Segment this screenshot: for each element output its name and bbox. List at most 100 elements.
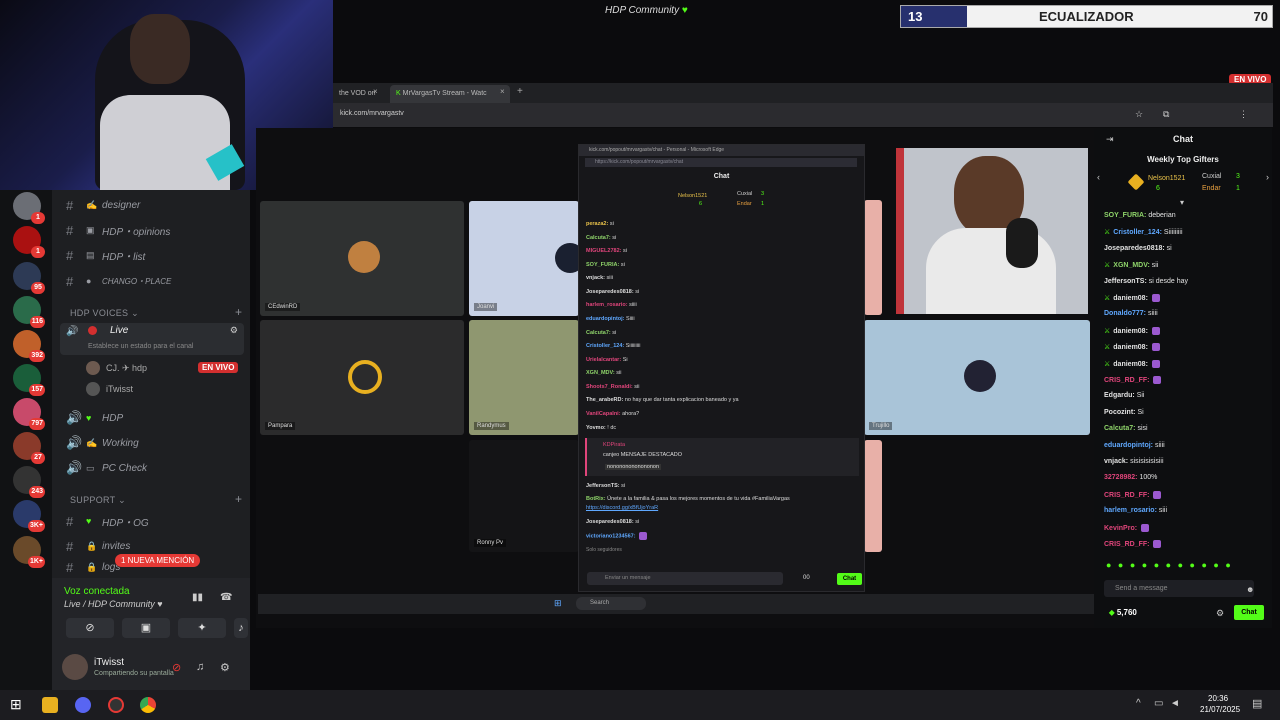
chevron-left-icon[interactable]: ‹ <box>1097 172 1100 182</box>
screen-share-button[interactable]: ▣ <box>122 618 170 638</box>
new-mention-badge[interactable]: 1 NUEVA MENCIÓN <box>115 554 201 567</box>
activities-button[interactable]: ✦ <box>178 618 226 638</box>
disconnect-icon[interactable]: ☎ <box>220 592 232 603</box>
obs-icon[interactable] <box>108 697 124 713</box>
menu-icon[interactable]: ⋮ <box>1239 109 1248 120</box>
camera-off-button[interactable]: ⊘ <box>66 618 114 638</box>
participant-tile[interactable]: Trujillo <box>864 320 1090 435</box>
kick-chat-user[interactable]: Cristoller_124: <box>1113 229 1162 236</box>
participant-tile[interactable]: Ronny Pv <box>469 440 579 552</box>
voice-user[interactable]: iTwisst <box>86 381 133 397</box>
server-icon[interactable]: 116 <box>13 296 45 328</box>
server-icon[interactable]: 157 <box>13 364 45 396</box>
favorite-star-icon[interactable]: ☆ <box>1135 109 1143 120</box>
channel-hdp-og[interactable]: # ♥ HDP・OG <box>66 511 246 531</box>
discord-icon[interactable] <box>75 697 91 713</box>
close-icon[interactable]: × <box>373 87 378 96</box>
channel-chango[interactable]: # ● CHANGO・PLACE <box>66 271 246 291</box>
tray-chevron-icon[interactable]: ^ <box>1136 698 1141 709</box>
server-icon[interactable]: 1K+ <box>13 536 45 568</box>
browser-tab[interactable]: the VOD on <box>333 85 388 103</box>
mic-muted-icon[interactable]: ⊘ <box>172 661 181 674</box>
kick-chat-user[interactable]: 32728982: <box>1104 474 1137 481</box>
channel-designer[interactable]: # ✍ designer <box>66 195 246 215</box>
address-bar[interactable]: kick.com/mrvargastv ☆ ⧉ ⋮ <box>333 103 1273 127</box>
browser-tab-active[interactable]: K MrVargasTv Stream - Watc <box>390 85 510 103</box>
kick-chat-user[interactable]: daniem08: <box>1113 295 1148 302</box>
kick-chat-user[interactable]: eduardopintoj: <box>1104 442 1153 449</box>
settings-gear-icon[interactable]: ⚙ <box>220 661 230 674</box>
server-badge: 797 <box>29 418 45 430</box>
soundboard-button[interactable]: ♪ <box>234 618 248 638</box>
clock-date[interactable]: 21/07/2025 <box>1200 705 1240 714</box>
signal-icon[interactable]: ▮▮ <box>192 592 203 603</box>
add-channel-icon[interactable]: + <box>235 305 242 319</box>
kick-chat-user[interactable]: Calcuta7: <box>1104 425 1136 432</box>
category-hdp-voices[interactable]: HDP VOICES ⌄ <box>70 308 139 319</box>
participant-tile[interactable]: Randymus <box>469 320 579 435</box>
kick-chat-user[interactable]: daniem08: <box>1113 361 1148 368</box>
kick-chat-user[interactable]: KevinPro: <box>1104 524 1137 531</box>
server-icon[interactable]: 3K+ <box>13 500 45 532</box>
add-channel-icon[interactable]: + <box>235 492 242 506</box>
settings-gear-icon[interactable]: ⚙ <box>230 325 238 336</box>
settings-gear-icon[interactable]: ⚙ <box>1216 608 1224 619</box>
channel-opinions[interactable]: # ▣ HDP・opinions <box>66 220 246 240</box>
kick-chat-user[interactable]: SOY_FURIA: <box>1104 212 1146 219</box>
kick-chat-user[interactable]: Donaldo777: <box>1104 310 1146 317</box>
popout-message-input[interactable]: Enviar un mensaje <box>587 572 783 585</box>
voice-user[interactable]: CJ. ✈ hdp <box>86 360 147 376</box>
kick-message-input[interactable]: Send a message <box>1104 580 1254 597</box>
voice-channel-pccheck[interactable]: 🔊 ▭ PC Check <box>66 458 246 478</box>
kick-chat-user[interactable]: daniem08: <box>1113 344 1148 351</box>
chat-link[interactable]: https://discord.gg/xBfUjoYraR <box>586 505 658 511</box>
kick-chat-user[interactable]: CRIS_RD_FF: <box>1104 492 1150 499</box>
kick-chat-user[interactable]: daniem08: <box>1113 328 1148 335</box>
server-icon[interactable]: 392 <box>13 330 45 362</box>
chevron-right-icon[interactable]: › <box>1266 172 1269 182</box>
kick-chat-user[interactable]: CRIS_RD_FF: <box>1104 541 1150 548</box>
kick-chat-user[interactable]: XGN_MDV: <box>1113 262 1150 269</box>
windows-start-icon[interactable]: ⊞ <box>10 696 22 713</box>
volume-icon[interactable]: ◄ <box>1170 698 1180 709</box>
kick-chat-send-button[interactable]: Chat <box>1234 605 1264 620</box>
notification-icon[interactable]: ▤ <box>1252 697 1262 710</box>
kicks-balance[interactable]: ⬥ 5,760 <box>1109 608 1137 618</box>
network-icon[interactable]: ▭ <box>1154 698 1163 709</box>
server-icon[interactable]: 27 <box>13 432 45 464</box>
participant-tile[interactable]: CEdwinRD <box>260 201 464 316</box>
extensions-icon[interactable]: ⧉ <box>1163 109 1169 120</box>
channel-invites[interactable]: # 🔒 invites <box>66 536 246 556</box>
server-icon[interactable]: 243 <box>13 466 45 498</box>
server-icon[interactable]: 1 <box>13 192 45 224</box>
moderator-badge-icon: ⚔ <box>1104 229 1111 237</box>
popout-chat-send-button[interactable]: Chat <box>837 573 862 585</box>
server-icon[interactable]: 95 <box>13 262 45 294</box>
voice-channel-working[interactable]: 🔊 ✍ Working <box>66 433 246 453</box>
emote-bar[interactable]: ● ● ● ● ● ● ● ● ● ● ● <box>1106 560 1256 572</box>
kick-chat-user[interactable]: vnjack: <box>1104 458 1128 465</box>
headphones-icon[interactable]: ♫ <box>196 661 204 673</box>
voice-channel-hdp[interactable]: 🔊 ♥ HDP <box>66 408 246 428</box>
server-icon[interactable]: 1 <box>13 226 45 258</box>
kick-chat-user[interactable]: Edgardu: <box>1104 392 1135 399</box>
clock-time[interactable]: 20:36 <box>1208 694 1228 703</box>
chevron-down-icon[interactable]: ▾ <box>1180 198 1184 207</box>
voice-channel-live[interactable]: 🔊 Live Establece un estado para el canal… <box>60 323 244 355</box>
category-support[interactable]: SUPPORT ⌄ <box>70 495 126 506</box>
server-icon[interactable]: 797 <box>13 398 45 430</box>
kick-chat-user[interactable]: Joseparedes0818: <box>1104 245 1165 252</box>
kick-chat-user[interactable]: JeffersonTS: <box>1104 278 1147 285</box>
emoji-picker-icon[interactable]: ☻ <box>1246 585 1254 594</box>
user-avatar[interactable] <box>62 654 88 680</box>
kick-chat-user[interactable]: CRIS_RD_FF: <box>1104 377 1150 384</box>
kick-chat-user[interactable]: harlem_rosario: <box>1104 507 1157 514</box>
channel-list-hdp[interactable]: # ▤ HDP・list <box>66 245 246 265</box>
chrome-icon[interactable] <box>140 697 156 713</box>
participant-tile[interactable]: Pampara <box>260 320 464 435</box>
close-icon[interactable]: × <box>500 87 505 96</box>
participant-tile[interactable]: Joanvi <box>469 201 585 316</box>
new-tab-icon[interactable]: + <box>517 86 523 97</box>
file-explorer-icon[interactable] <box>42 697 58 713</box>
kick-chat-user[interactable]: Pocozint: <box>1104 409 1136 416</box>
